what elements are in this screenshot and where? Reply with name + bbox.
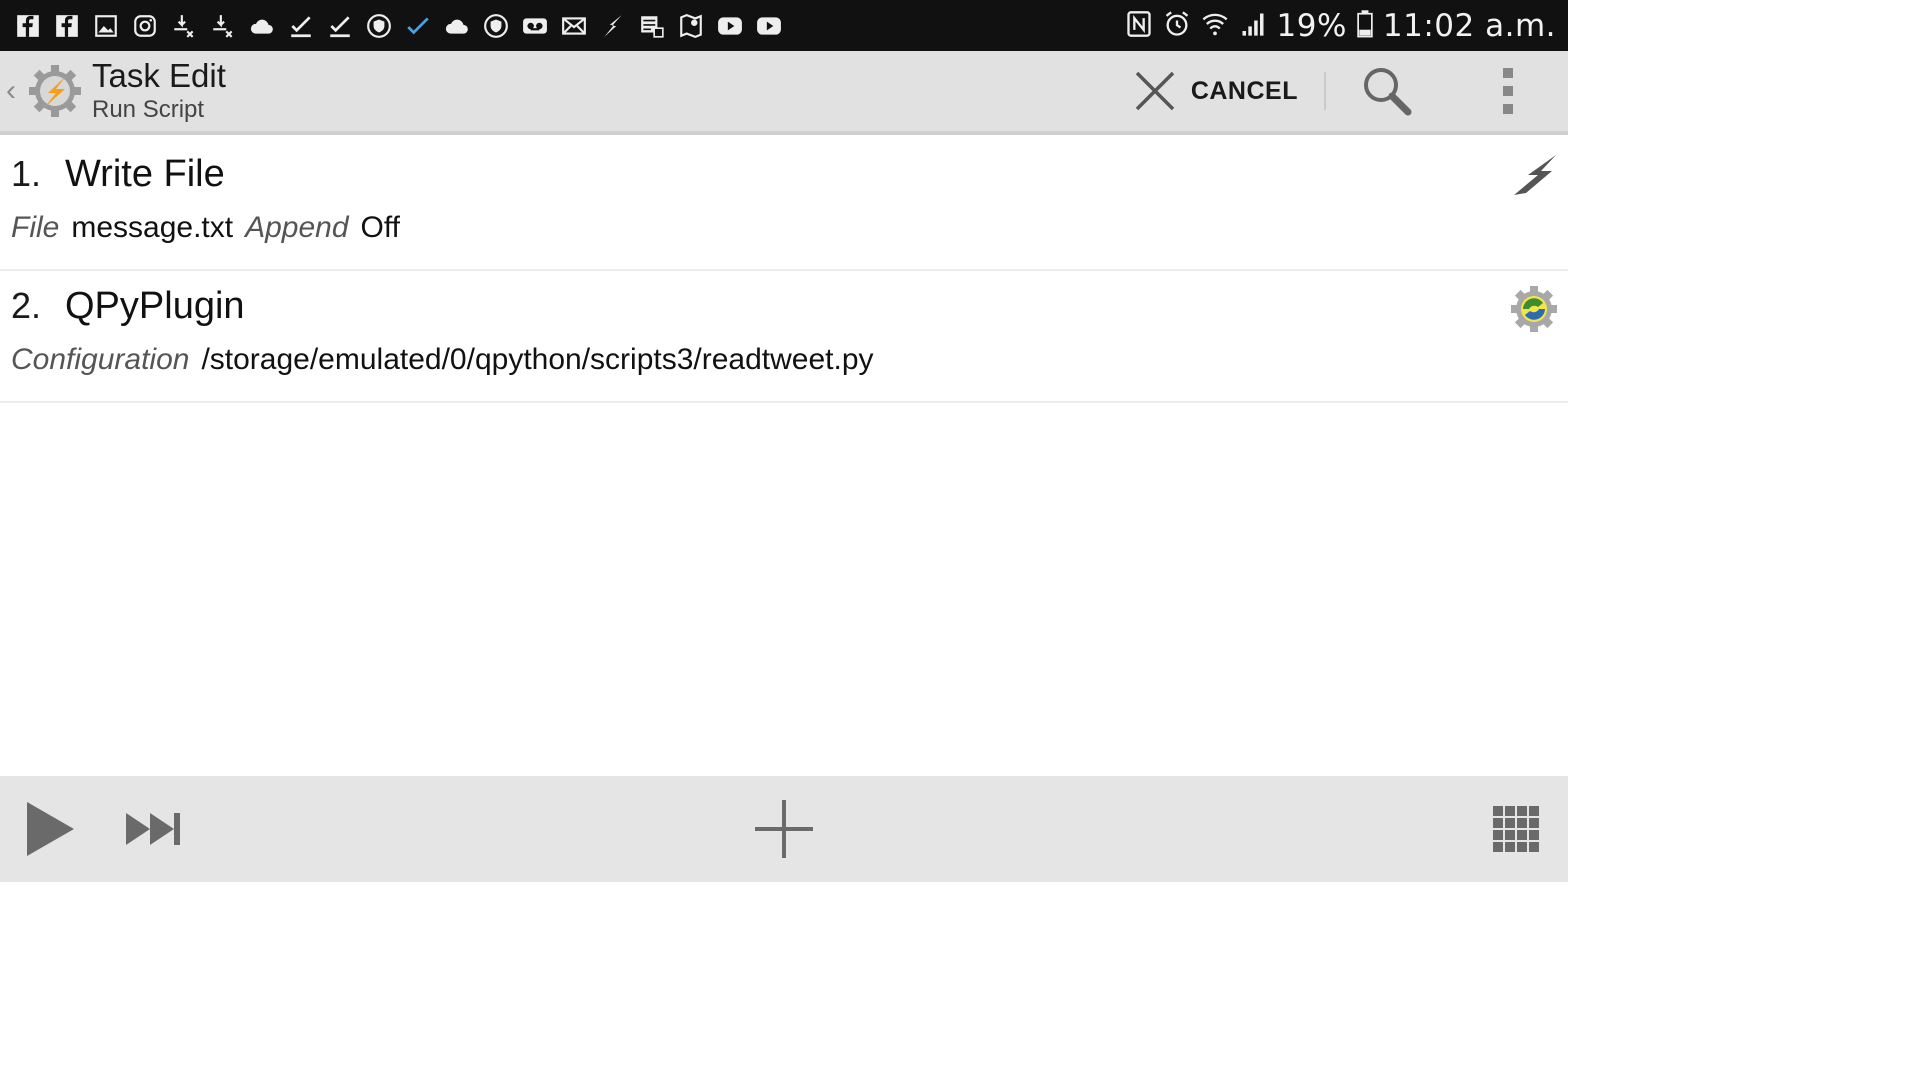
more-vert-icon	[1503, 68, 1513, 114]
map-icon	[675, 10, 706, 41]
mail-icon	[558, 10, 589, 41]
param-value: Off	[360, 211, 400, 244]
action-name: QPyPlugin	[65, 285, 245, 327]
download-done-icon	[207, 10, 238, 41]
action-number: 1.	[11, 153, 42, 194]
status-bar: 19% 11:02 a.m.	[0, 0, 1568, 51]
overflow-menu-button[interactable]	[1448, 51, 1568, 131]
signal-icon	[1239, 10, 1267, 42]
bottom-toolbar	[0, 776, 1568, 882]
page-title: Task Edit	[92, 57, 226, 94]
youtube-icon	[714, 10, 745, 41]
shield-icon	[480, 10, 511, 41]
clock: 11:02 a.m.	[1382, 7, 1556, 44]
instagram-icon	[129, 10, 160, 41]
search-icon	[1364, 68, 1412, 116]
tasker-bolt-icon	[1510, 153, 1558, 201]
back-chevron-icon[interactable]: ‹	[6, 74, 28, 108]
checkmark-icon	[285, 10, 316, 41]
battery-percent: 19%	[1276, 7, 1347, 44]
param-key: Append	[245, 211, 349, 244]
action-name: Write File	[65, 153, 225, 195]
news-icon	[636, 10, 667, 41]
param-key: File	[11, 211, 60, 244]
facebook-icon	[51, 10, 82, 41]
cancel-button[interactable]: CANCEL	[1115, 51, 1324, 131]
title-block: Task Edit Run Script	[92, 57, 226, 125]
action-header: 2. QPyPlugin	[11, 285, 245, 328]
check-blue-icon	[402, 10, 433, 41]
param-value: message.txt	[71, 211, 234, 244]
cancel-label: CANCEL	[1190, 76, 1298, 105]
qpython-plugin-icon	[1510, 285, 1558, 333]
grid-view-button[interactable]	[1486, 776, 1546, 882]
action-row[interactable]: 2. QPyPlugin Configuration/storage/emula…	[0, 271, 1568, 403]
download-done-icon	[168, 10, 199, 41]
grid-icon	[1493, 806, 1539, 852]
add-action-button[interactable]	[744, 776, 824, 882]
cloud-icon	[246, 10, 277, 41]
system-status: 19% 11:02 a.m.	[1125, 8, 1557, 44]
add-icon	[755, 800, 813, 858]
youtube-icon	[753, 10, 784, 41]
step-forward-button[interactable]	[116, 776, 192, 882]
voicemail-icon	[519, 10, 550, 41]
facebook-icon	[12, 10, 43, 41]
checkmark-icon	[324, 10, 355, 41]
notification-icons	[12, 10, 784, 41]
tasker-logo-icon[interactable]	[28, 64, 82, 118]
action-params: File message.txt Append Off	[11, 211, 412, 245]
wifi-icon	[1201, 10, 1229, 42]
action-number: 2.	[11, 285, 42, 326]
app-bar-actions: CANCEL	[1115, 51, 1568, 131]
gallery-icon	[90, 10, 121, 41]
close-icon	[1135, 71, 1175, 111]
step-forward-icon	[126, 813, 180, 845]
nfc-icon	[1125, 10, 1153, 42]
shield-icon	[363, 10, 394, 41]
action-params: Configuration/storage/emulated/0/qpython…	[11, 343, 886, 377]
play-icon	[27, 802, 74, 856]
action-row[interactable]: 1. Write File File message.txt Append Off	[0, 139, 1568, 271]
action-header: 1. Write File	[11, 153, 225, 196]
battery-icon	[1357, 9, 1373, 42]
tasker-bolt-icon	[597, 10, 628, 41]
cloud-icon	[441, 10, 472, 41]
param-key: Configuration	[11, 343, 190, 376]
play-button[interactable]	[12, 776, 88, 882]
app-bar: ‹ Task Edit Run Script CANCEL	[0, 51, 1568, 135]
task-name[interactable]: Run Script	[92, 95, 226, 125]
search-button[interactable]	[1326, 51, 1448, 131]
alarm-icon	[1163, 10, 1191, 42]
action-list: 1. Write File File message.txt Append Off 2…	[0, 139, 1568, 403]
param-value: /storage/emulated/0/qpython/scripts3/rea…	[201, 343, 874, 376]
